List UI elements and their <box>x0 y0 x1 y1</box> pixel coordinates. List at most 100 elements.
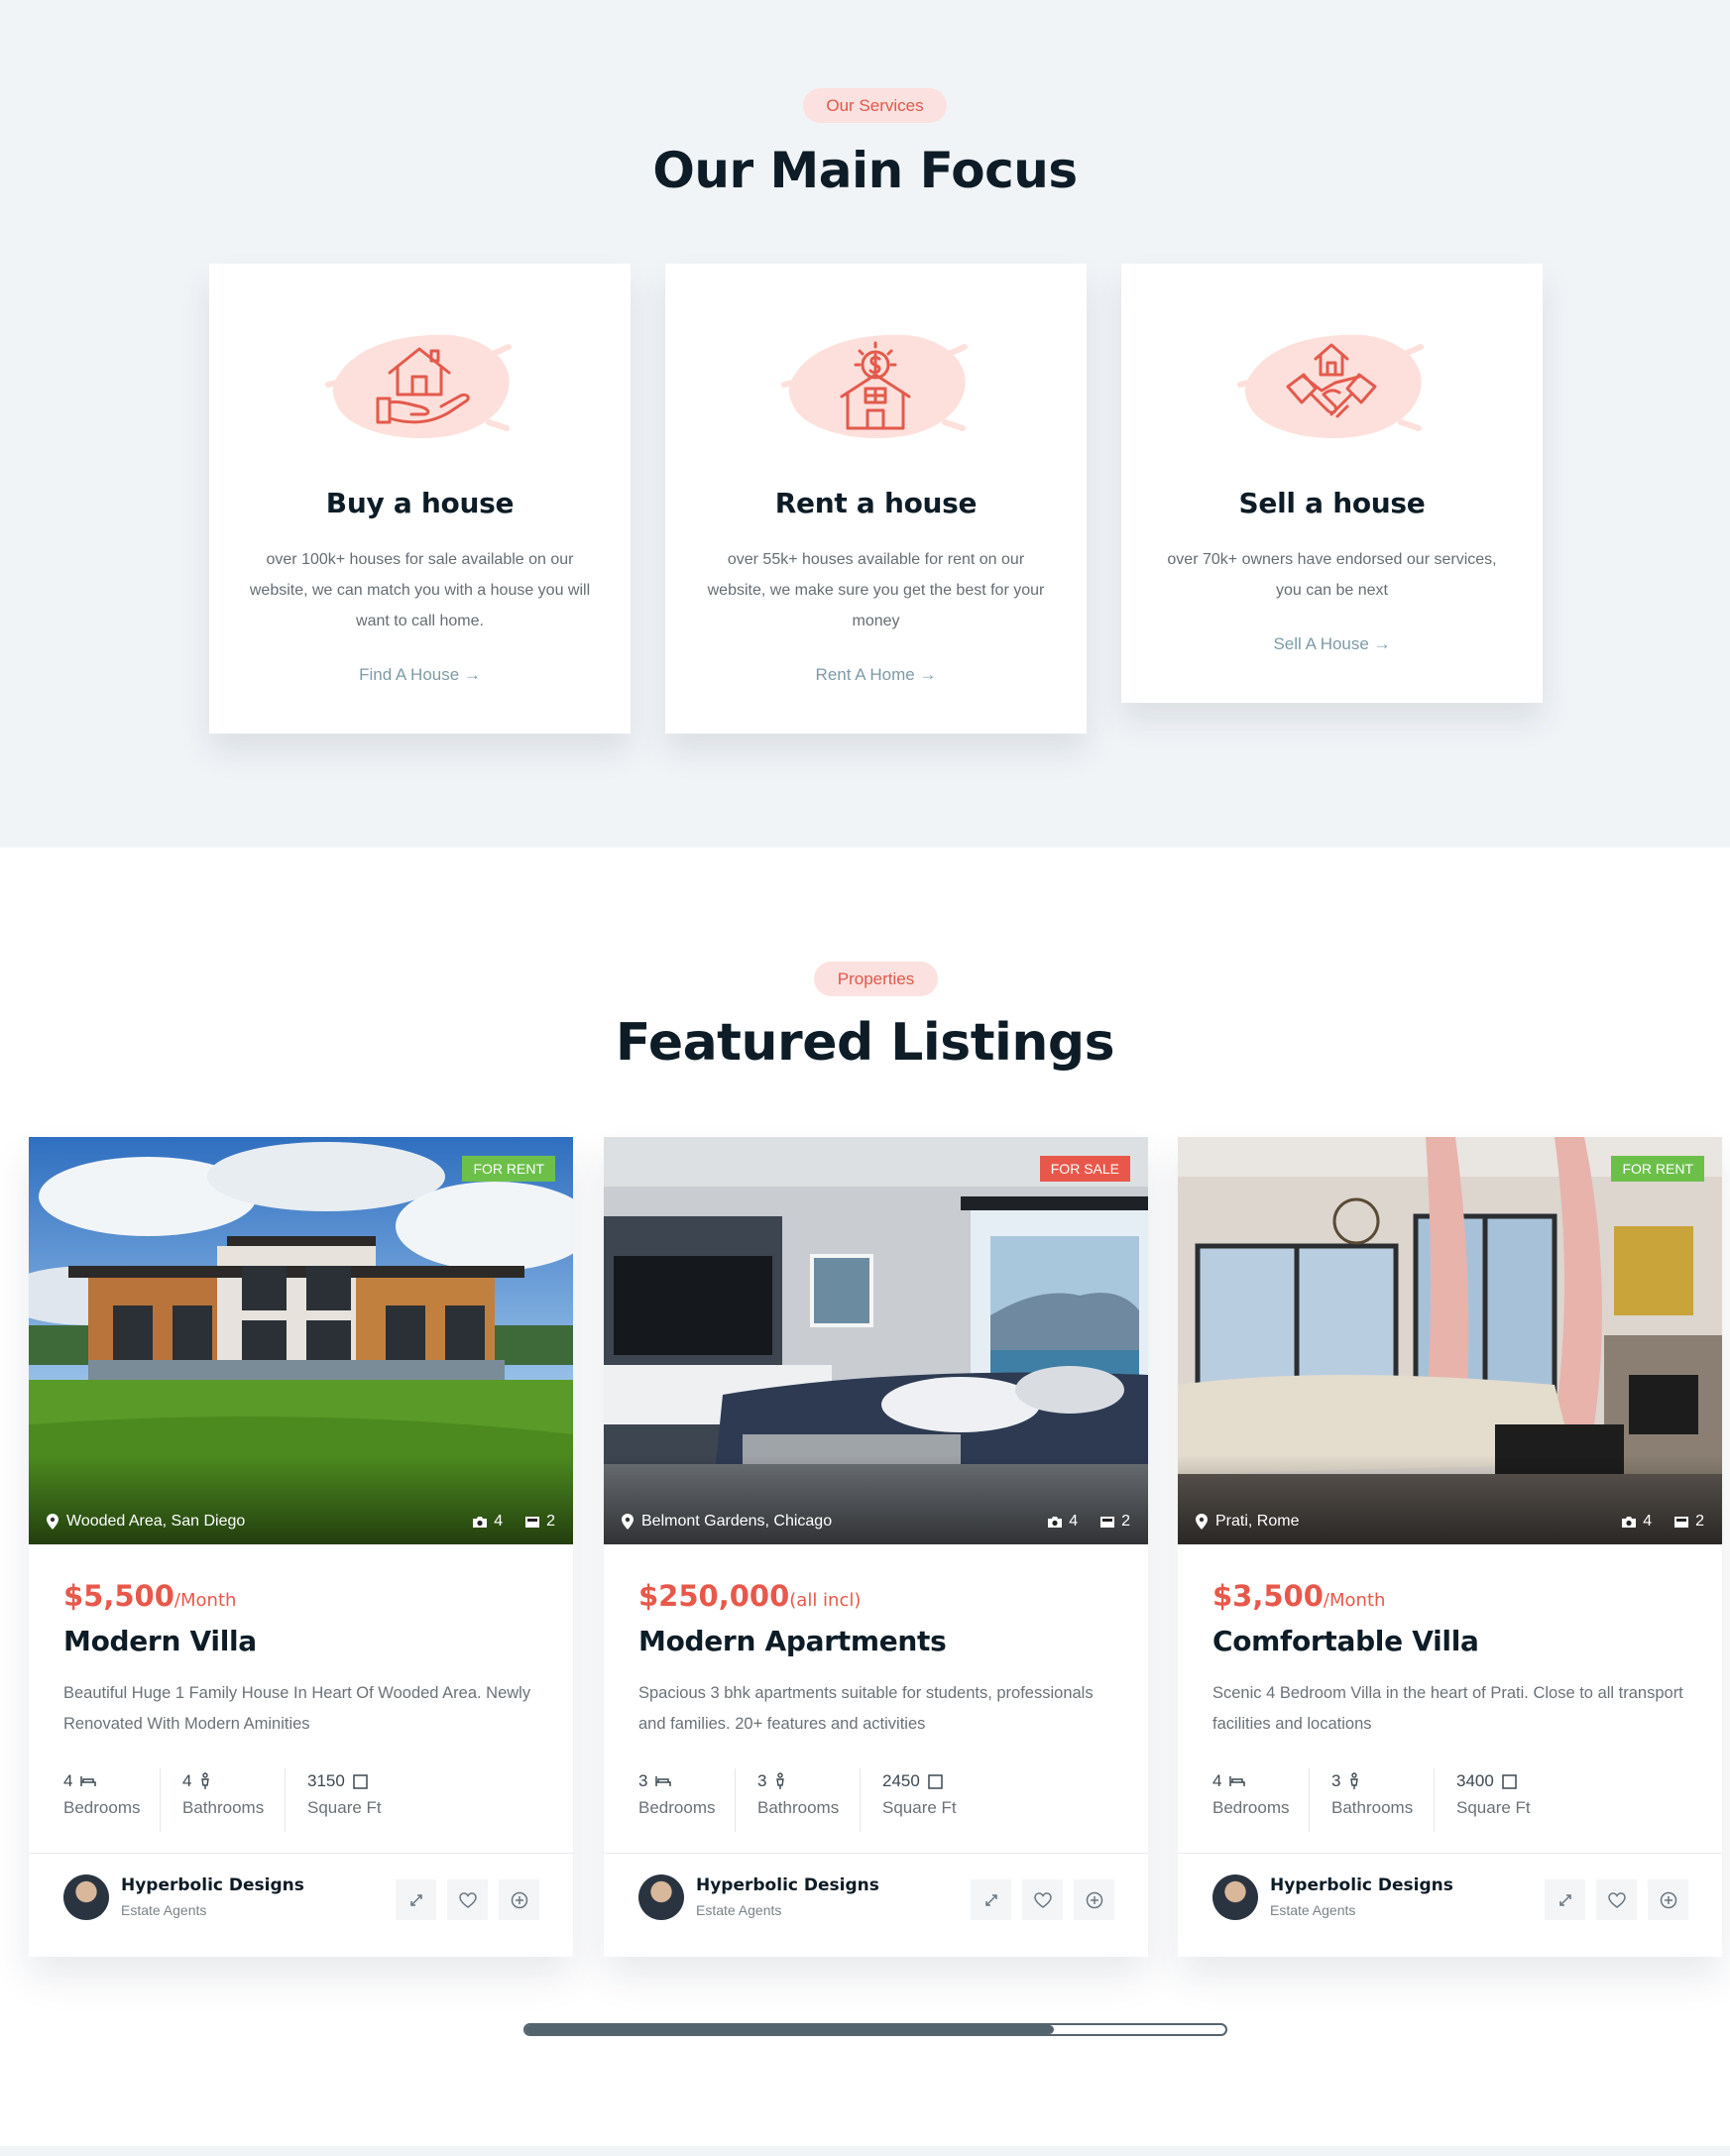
video-icon <box>525 1516 540 1528</box>
service-card-sell: Sell a house over 70k+ owners have endor… <box>1121 264 1543 703</box>
agent-avatar[interactable] <box>638 1874 684 1920</box>
listing-status-badge: FOR RENT <box>462 1156 555 1182</box>
square-ft-spec: 3150 Square Ft <box>307 1771 382 1817</box>
listing-photo[interactable]: FOR SALE Belmont Gardens, Chicago 4 2 <box>604 1137 1148 1544</box>
listings-title: Featured Listings <box>615 1013 1115 1073</box>
listing-card[interactable]: FOR RENT Wooded Area, San Diego 4 2 $5,5… <box>29 1137 573 1957</box>
listing-name[interactable]: Comfortable Villa <box>1212 1625 1479 1657</box>
listing-photo[interactable]: FOR RENT Wooded Area, San Diego 4 2 <box>29 1137 573 1544</box>
rent-a-home-link[interactable]: Rent A Home → <box>665 665 1087 685</box>
plus-circle-icon <box>1086 1891 1102 1908</box>
price-unit: (all incl) <box>789 1590 862 1611</box>
handshake-house-icon <box>1232 313 1431 452</box>
listing-price: $5,500/Month <box>63 1579 237 1613</box>
bathrooms-spec: 3 Bathrooms <box>757 1771 840 1817</box>
listing-card[interactable]: FOR SALE Belmont Gardens, Chicago 4 2 $2… <box>604 1137 1148 1957</box>
service-description: over 70k+ owners have endorsed our servi… <box>1167 551 1497 599</box>
expand-button[interactable] <box>396 1879 436 1920</box>
bedrooms-spec: 3 Bedrooms <box>638 1771 716 1817</box>
favorite-button[interactable] <box>447 1879 488 1920</box>
listing-location-text: Prati, Rome <box>1215 1513 1300 1530</box>
house-in-hand-icon <box>320 313 519 452</box>
service-card-rent: Rent a house over 55k+ houses available … <box>665 264 1087 734</box>
agent-name[interactable]: Hyperbolic Designs <box>121 1875 304 1895</box>
add-compare-button[interactable] <box>1648 1879 1688 1920</box>
bathrooms-spec: 4 Bathrooms <box>182 1771 265 1817</box>
bath-icon <box>776 1772 785 1789</box>
expand-icon <box>984 1893 997 1906</box>
service-title: Sell a house <box>1238 487 1426 519</box>
agent-name[interactable]: Hyperbolic Designs <box>696 1875 879 1895</box>
bedrooms-spec: 4 Bedrooms <box>63 1771 141 1817</box>
expand-icon <box>1558 1893 1571 1906</box>
listing-media-counts: 4 2 <box>1621 1513 1704 1531</box>
map-pin-icon <box>1196 1514 1208 1530</box>
bed-icon <box>80 1776 97 1786</box>
listing-name[interactable]: Modern Villa <box>63 1625 257 1657</box>
listing-description: Beautiful Huge 1 Family House In Heart O… <box>63 1684 531 1733</box>
bath-icon <box>201 1772 210 1789</box>
listing-price: $250,000(all incl) <box>638 1579 862 1613</box>
listing-name[interactable]: Modern Apartments <box>638 1625 947 1657</box>
map-pin-icon <box>622 1514 634 1530</box>
services-title: Our Main Focus <box>652 142 1078 199</box>
find-a-house-link[interactable]: Find A House → <box>209 665 631 685</box>
service-card-buy: Buy a house over 100k+ houses for sale a… <box>209 264 631 734</box>
agent-role: Estate Agents <box>696 1902 782 1918</box>
favorite-button[interactable] <box>1596 1879 1637 1920</box>
listing-location: Prati, Rome <box>1196 1513 1299 1531</box>
favorite-button[interactable] <box>1022 1879 1063 1920</box>
listing-location-text: Belmont Gardens, Chicago <box>641 1513 833 1530</box>
heart-icon <box>1033 1891 1052 1908</box>
carousel-scrollbar-thumb[interactable] <box>525 2025 1054 2034</box>
listing-photo[interactable]: FOR RENT Prati, Rome 4 2 <box>1178 1137 1722 1544</box>
area-icon <box>1502 1773 1517 1789</box>
camera-icon <box>1622 1516 1637 1528</box>
carousel-scrollbar[interactable] <box>523 2023 1227 2036</box>
bathrooms-spec: 3 Bathrooms <box>1331 1771 1414 1817</box>
photo-count: 4 <box>494 1513 504 1530</box>
square-ft-spec: 3400 Square Ft <box>1456 1771 1531 1817</box>
listing-card[interactable]: FOR RENT Prati, Rome 4 2 $3,500/Month Co… <box>1178 1137 1722 1957</box>
heart-icon <box>1607 1891 1626 1908</box>
service-description: over 100k+ houses for sale available on … <box>249 551 591 629</box>
agent-avatar[interactable] <box>1212 1874 1258 1920</box>
area-icon <box>928 1773 943 1789</box>
listing-price: $3,500/Month <box>1212 1579 1386 1613</box>
plus-circle-icon <box>1660 1891 1676 1908</box>
expand-button[interactable] <box>1545 1879 1585 1920</box>
listings-eyebrow: Properties <box>814 962 938 996</box>
listing-location: Belmont Gardens, Chicago <box>622 1513 832 1531</box>
bed-icon <box>655 1776 672 1786</box>
listing-location-text: Wooded Area, San Diego <box>66 1513 246 1530</box>
square-ft-spec: 2450 Square Ft <box>882 1771 957 1817</box>
heart-icon <box>458 1891 477 1908</box>
agent-role: Estate Agents <box>121 1902 207 1918</box>
listing-status-badge: FOR RENT <box>1611 1156 1704 1182</box>
listing-media-counts: 4 2 <box>472 1513 555 1531</box>
agent-avatar[interactable] <box>63 1874 109 1920</box>
expand-button[interactable] <box>971 1879 1011 1920</box>
add-compare-button[interactable] <box>1074 1879 1114 1920</box>
video-icon <box>1674 1516 1689 1528</box>
service-description: over 55k+ houses available for rent on o… <box>707 551 1045 629</box>
camera-icon <box>473 1516 488 1528</box>
listing-location: Wooded Area, San Diego <box>47 1513 245 1531</box>
rent-house-dollar-icon <box>776 313 975 452</box>
video-count: 2 <box>1695 1513 1704 1530</box>
map-pin-icon <box>47 1514 58 1530</box>
expand-icon <box>409 1893 422 1906</box>
video-icon <box>1100 1516 1115 1528</box>
bath-icon <box>1350 1772 1359 1789</box>
services-section: Our Services Our Main Focus Buy a house … <box>0 0 1730 848</box>
sell-a-house-link[interactable]: Sell A House → <box>1121 634 1543 654</box>
service-title: Buy a house <box>325 487 515 519</box>
next-section-edge <box>0 2146 1730 2156</box>
camera-icon <box>1048 1516 1063 1528</box>
service-title: Rent a house <box>774 487 978 519</box>
agent-name[interactable]: Hyperbolic Designs <box>1270 1875 1453 1895</box>
photo-count: 4 <box>1643 1513 1653 1530</box>
listing-description: Scenic 4 Bedroom Villa in the heart of P… <box>1212 1684 1683 1733</box>
video-count: 2 <box>1121 1513 1130 1530</box>
add-compare-button[interactable] <box>499 1879 539 1920</box>
